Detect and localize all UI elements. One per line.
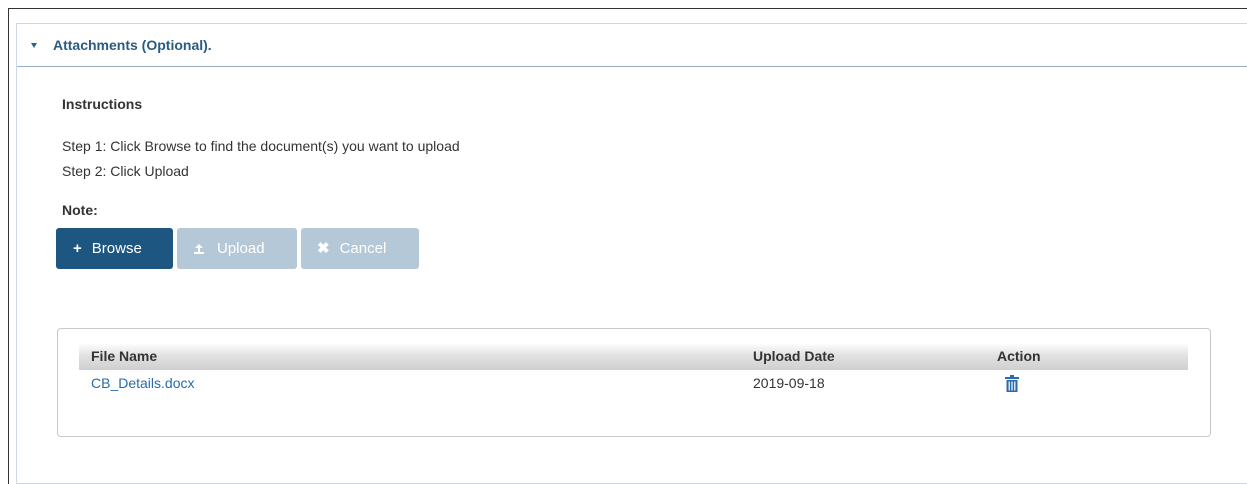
cancel-button-label: Cancel — [339, 240, 387, 257]
browse-button[interactable]: + Browse — [56, 228, 173, 269]
instructions-heading: Instructions — [62, 96, 143, 112]
panel-title: Attachments (Optional). — [53, 37, 212, 53]
instruction-step-1: Step 1: Click Browse to find the documen… — [62, 138, 460, 154]
upload-icon — [194, 243, 204, 254]
trash-icon[interactable] — [1005, 375, 1019, 392]
column-header-file-name: File Name — [91, 348, 158, 364]
browse-button-label: Browse — [91, 240, 142, 257]
caret-down-icon[interactable] — [31, 43, 37, 48]
x-icon: ✖ — [317, 240, 330, 257]
column-header-action: Action — [997, 348, 1041, 364]
note-label: Note: — [62, 202, 98, 218]
attachments-panel-header[interactable]: Attachments (Optional). — [17, 24, 1247, 67]
column-header-upload-date: Upload Date — [753, 348, 835, 364]
file-name-link[interactable]: CB_Details.docx — [91, 375, 195, 391]
upload-button-label: Upload — [217, 240, 265, 257]
cancel-button[interactable]: ✖ Cancel — [301, 228, 419, 269]
upload-button[interactable]: Upload — [177, 228, 297, 269]
instruction-step-2: Step 2: Click Upload — [62, 163, 189, 179]
upload-date-cell: 2019-09-18 — [753, 375, 825, 391]
plus-icon: + — [73, 240, 82, 257]
files-table-header: File Name Upload Date Action — [79, 343, 1188, 370]
